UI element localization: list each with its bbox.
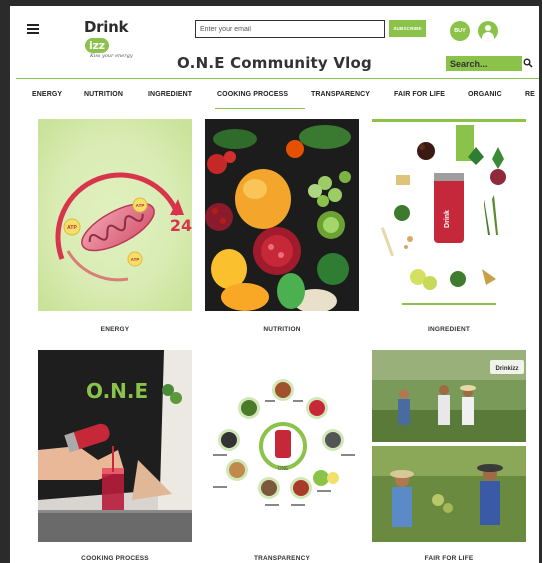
card-caption-ingredient[interactable]: INGREDIENT [372, 326, 526, 333]
tab-energy[interactable]: ENERGY [32, 91, 62, 98]
shirt-text: O.N.E [86, 379, 148, 403]
atp-label-3: ATP [131, 257, 140, 262]
tab-ingredient[interactable]: INGREDIENT [148, 91, 192, 98]
user-account-icon[interactable] [478, 21, 498, 41]
nutrition-thumbnail[interactable] [205, 119, 359, 311]
card-caption-transparency[interactable]: TRANSPARENCY [205, 555, 359, 562]
tab-cooking-process[interactable]: COOKING PROCESS [217, 91, 288, 98]
fair-logo: Drinkizz [495, 366, 518, 372]
atp-label-2: ATP [136, 203, 145, 208]
ingredient-thumbnail[interactable]: Drink [372, 119, 526, 311]
atp-label-1: ATP [67, 225, 77, 231]
card-caption-nutrition[interactable]: NUTRITION [205, 326, 359, 333]
vlog-card-transparency[interactable]: ONE TRANSPARENCY [205, 350, 359, 563]
search-input[interactable] [446, 56, 522, 71]
email-field[interactable] [195, 20, 385, 38]
transparency-thumbnail[interactable]: ONE [205, 350, 359, 542]
vlog-card-fair-for-life[interactable]: Drinkizz FAIR FOR LIFE [372, 350, 526, 563]
card-caption-energy[interactable]: ENERGY [38, 326, 192, 333]
search-icon[interactable] [523, 58, 533, 68]
page: Drinkizz Kiss your energy SUBSCRIBE BUY … [10, 6, 539, 563]
tab-fair-for-life[interactable]: FAIR FOR LIFE [394, 91, 445, 98]
card-caption-cooking-process[interactable]: COOKING PROCESS [38, 555, 192, 562]
top-bar: Drinkizz Kiss your energy SUBSCRIBE BUY [10, 6, 539, 59]
active-tab-indicator [215, 108, 305, 109]
energy-big-number: 24 [170, 216, 192, 235]
vlog-card-cooking-process[interactable]: O.N.E COOKING PROCESS [38, 350, 192, 563]
tab-transparency[interactable]: TRANSPARENCY [311, 91, 370, 98]
transparency-center-text: ONE [278, 466, 290, 472]
fair-for-life-thumbnail[interactable]: Drinkizz [372, 350, 526, 542]
can-text: Drink [444, 210, 451, 228]
buy-button[interactable]: BUY [450, 21, 470, 41]
subscribe-button[interactable]: SUBSCRIBE [389, 20, 426, 37]
vlog-card-ingredient[interactable]: Drink INGREDIENT [372, 119, 526, 339]
logo-text: Drink [84, 18, 129, 36]
vlog-card-energy[interactable]: ATP ATP ATP 24 ENERGY [38, 119, 192, 339]
vlog-card-nutrition[interactable]: NUTRITION [205, 119, 359, 339]
cooking-process-thumbnail[interactable]: O.N.E [38, 350, 192, 542]
brand-logo[interactable]: Drinkizz Kiss your energy [84, 18, 150, 59]
tab-nutrition[interactable]: NUTRITION [84, 91, 123, 98]
logo-badge: izz [85, 38, 109, 53]
tab-organic[interactable]: ORGANIC [468, 91, 502, 98]
energy-thumbnail[interactable]: ATP ATP ATP 24 [38, 119, 192, 311]
tab-more[interactable]: RE [525, 91, 535, 98]
hamburger-menu-icon[interactable] [27, 24, 39, 34]
card-caption-fair-for-life[interactable]: FAIR FOR LIFE [372, 555, 526, 562]
title-divider [16, 78, 539, 79]
